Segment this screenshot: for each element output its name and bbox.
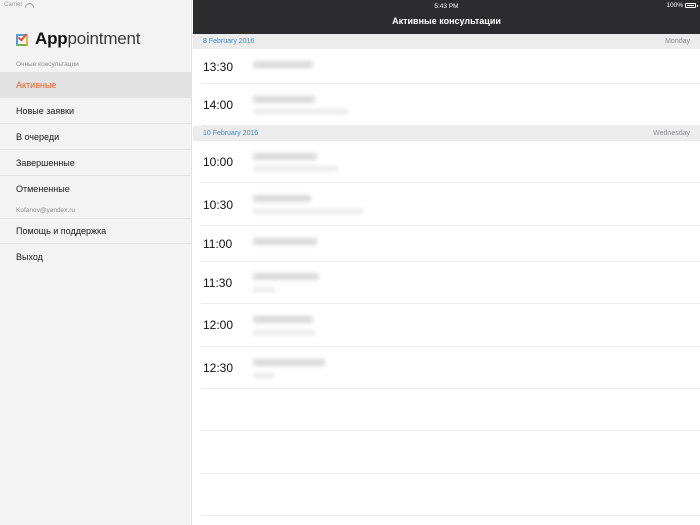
- blurred-patient-name: [253, 153, 317, 160]
- app-name: Apppointment: [35, 29, 141, 48]
- sidebar-item-label: Завершенные: [16, 157, 75, 168]
- appointment-time: 12:30: [203, 361, 234, 375]
- blurred-patient-name: [253, 359, 325, 366]
- blurred-patient-name: [253, 96, 315, 103]
- appointment-time: 10:00: [203, 155, 234, 169]
- battery-icon: [685, 3, 698, 8]
- carrier-label: Carrier: [4, 2, 23, 8]
- appointment-time: 12:00: [203, 318, 234, 332]
- appointment-time: 10:30: [203, 198, 234, 212]
- sidebar-item-cancelled[interactable]: Отмененные: [0, 176, 192, 202]
- checkbox-logo-icon: [16, 30, 31, 47]
- section-date: 8 February 2016: [203, 38, 255, 45]
- blurred-patient-name: [253, 195, 311, 202]
- wifi-icon: [25, 3, 32, 8]
- sidebar-item-label: Выход: [16, 252, 43, 262]
- blurred-patient-detail: [253, 209, 363, 214]
- sidebar-item-help[interactable]: Помощь и поддержка: [0, 218, 192, 244]
- empty-row: [201, 431, 700, 474]
- appointment-row[interactable]: 13:30: [201, 49, 700, 84]
- app-logo: Apppointment: [16, 29, 141, 49]
- sidebar-item-label: Помощь и поддержка: [16, 226, 107, 236]
- appointment-row[interactable]: 12:30: [201, 347, 700, 389]
- blurred-patient-detail: [253, 287, 275, 292]
- page-title: Активные консультации: [392, 16, 501, 26]
- sidebar-item-logout[interactable]: Выход: [0, 244, 192, 270]
- section-date: 10 February 2016: [203, 130, 259, 137]
- navigation-bar: 5:43 PM 100% Активные консультации: [193, 0, 700, 34]
- blurred-patient-name: [253, 61, 313, 68]
- blurred-patient-detail: [253, 109, 348, 114]
- blurred-patient-detail: [253, 330, 315, 335]
- date-section-header: 8 February 2016 Monday: [193, 34, 700, 49]
- date-section-header: 10 February 2016 Wednesday: [193, 126, 700, 141]
- empty-row: [201, 474, 700, 516]
- battery-status: 100%: [666, 2, 698, 9]
- sidebar-item-label: Отмененные: [16, 184, 70, 194]
- appointment-row[interactable]: 11:00: [201, 226, 700, 262]
- sidebar-item-label: Новые заявки: [16, 105, 75, 116]
- blurred-patient-detail: [253, 166, 338, 171]
- sidebar-item-label: В очереди: [16, 131, 60, 142]
- appointment-time: 13:30: [203, 60, 234, 74]
- sidebar-item-completed[interactable]: Завершенные: [0, 150, 192, 176]
- section-label-consultations: Очные консультации: [16, 61, 79, 68]
- section-weekday: Monday: [665, 38, 690, 45]
- account-email: Kofanov@yandex.ru: [16, 207, 75, 214]
- blurred-patient-detail: [253, 373, 275, 378]
- blurred-patient-name: [253, 316, 313, 323]
- sidebar-item-new-requests[interactable]: Новые заявки: [0, 98, 192, 124]
- sidebar-item-label: Активные: [16, 79, 57, 90]
- sidebar-item-queue[interactable]: В очереди: [0, 124, 192, 150]
- appointment-row[interactable]: 10:00: [201, 141, 700, 183]
- sidebar-item-active[interactable]: Активные: [0, 72, 192, 98]
- appointment-time: 14:00: [203, 98, 234, 112]
- appointment-row[interactable]: 12:00: [201, 304, 700, 347]
- sidebar: Carrier Apppointment Очные консультации …: [0, 0, 192, 525]
- main-panel: 5:43 PM 100% Активные консультации 8 Feb…: [193, 0, 700, 525]
- status-left: Carrier: [4, 2, 32, 8]
- appointment-time: 11:00: [203, 237, 233, 251]
- battery-percent: 100%: [666, 2, 683, 9]
- section-weekday: Wednesday: [653, 130, 690, 137]
- appointment-row[interactable]: 11:30: [201, 262, 700, 304]
- blurred-patient-name: [253, 273, 319, 280]
- appointment-row[interactable]: 14:00: [201, 84, 700, 126]
- empty-row: [201, 389, 700, 431]
- appointment-row[interactable]: 10:30: [201, 183, 700, 226]
- status-time: 5:43 PM: [434, 3, 459, 10]
- appointment-time: 11:30: [203, 276, 233, 290]
- blurred-patient-name: [253, 238, 317, 245]
